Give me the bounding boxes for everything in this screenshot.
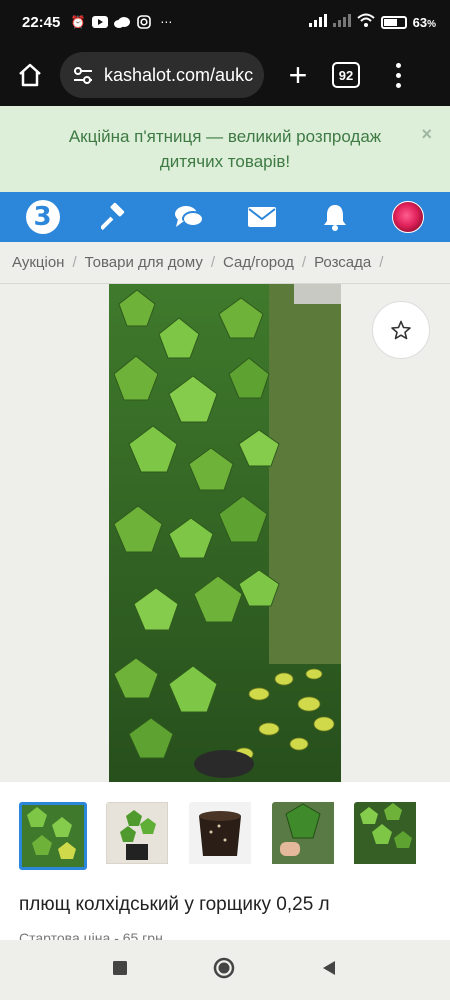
auction-gavel-icon[interactable] bbox=[96, 197, 136, 237]
product-main-image[interactable] bbox=[109, 284, 341, 782]
clock: 22:45 bbox=[22, 13, 61, 31]
more-notifications-icon: ⋯ bbox=[160, 15, 173, 29]
site-settings-icon[interactable] bbox=[72, 64, 94, 86]
home-icon bbox=[19, 63, 41, 87]
battery-percent: 63% bbox=[412, 14, 436, 30]
tab-switcher-button[interactable]: 92 bbox=[332, 62, 360, 88]
site-logo[interactable]: 3 bbox=[23, 197, 63, 237]
chat-icon[interactable] bbox=[169, 197, 209, 237]
thumbnail-2[interactable] bbox=[106, 802, 174, 870]
breadcrumb-item[interactable]: Розсада bbox=[314, 254, 371, 271]
instagram-icon bbox=[136, 15, 152, 29]
breadcrumb-item[interactable]: Сад/город bbox=[223, 254, 294, 271]
new-tab-button[interactable]: + bbox=[280, 57, 316, 93]
battery-icon bbox=[380, 15, 407, 29]
thumbnail-1[interactable] bbox=[19, 802, 87, 870]
signal-2-icon bbox=[332, 13, 351, 31]
back-button[interactable] bbox=[320, 959, 338, 982]
user-avatar[interactable] bbox=[388, 197, 428, 237]
wifi-icon bbox=[356, 13, 375, 31]
breadcrumb-separator: / bbox=[72, 254, 77, 271]
favorite-button[interactable] bbox=[372, 301, 430, 359]
browser-toolbar: kashalot.com/aukc + 92 bbox=[0, 44, 450, 106]
close-icon[interactable]: × bbox=[421, 122, 432, 147]
product-details: плющ колхідський у горщику 0,25 л Старто… bbox=[0, 782, 450, 946]
home-system-button[interactable] bbox=[212, 956, 236, 985]
back-triangle-icon bbox=[323, 960, 335, 975]
mail-icon[interactable] bbox=[242, 197, 282, 237]
breadcrumb-separator: / bbox=[210, 254, 216, 271]
breadcrumb: Аукціон / Товари для дому / Сад/город / … bbox=[0, 242, 450, 284]
star-icon bbox=[391, 320, 411, 340]
circle-icon bbox=[213, 957, 235, 978]
status-bar: 22:45 ⏰ ⋯ 63% bbox=[0, 0, 450, 44]
cloud-icon bbox=[114, 15, 131, 29]
breadcrumb-item[interactable]: Аукціон bbox=[12, 254, 64, 271]
thumbnail-5[interactable] bbox=[354, 802, 422, 870]
thumbnail-3[interactable] bbox=[189, 802, 257, 870]
promo-banner: Акційна п'ятниця — великий розпродаж дит… bbox=[0, 106, 450, 192]
breadcrumb-item[interactable]: Товари для дому bbox=[85, 254, 203, 271]
browser-menu-button[interactable] bbox=[388, 62, 408, 88]
address-bar[interactable]: kashalot.com/aukc bbox=[60, 52, 264, 98]
product-title: плющ колхідський у горщику 0,25 л bbox=[19, 894, 330, 915]
breadcrumb-separator: / bbox=[379, 254, 384, 271]
square-icon bbox=[113, 960, 127, 975]
signal-icon bbox=[308, 13, 327, 31]
url-text: kashalot.com/aukc bbox=[104, 64, 254, 85]
breadcrumb-separator: / bbox=[301, 254, 307, 271]
youtube-icon bbox=[92, 15, 109, 29]
system-navigation-bar bbox=[0, 940, 450, 1000]
bell-icon[interactable] bbox=[315, 197, 355, 237]
thumbnail-4[interactable] bbox=[272, 802, 340, 870]
promo-text: Акційна п'ятниця — великий розпродаж дит… bbox=[68, 127, 382, 171]
site-navigation: 3 bbox=[0, 192, 450, 242]
recents-button[interactable] bbox=[112, 960, 128, 981]
home-button[interactable] bbox=[12, 57, 48, 93]
alarm-icon: ⏰ bbox=[70, 15, 86, 29]
